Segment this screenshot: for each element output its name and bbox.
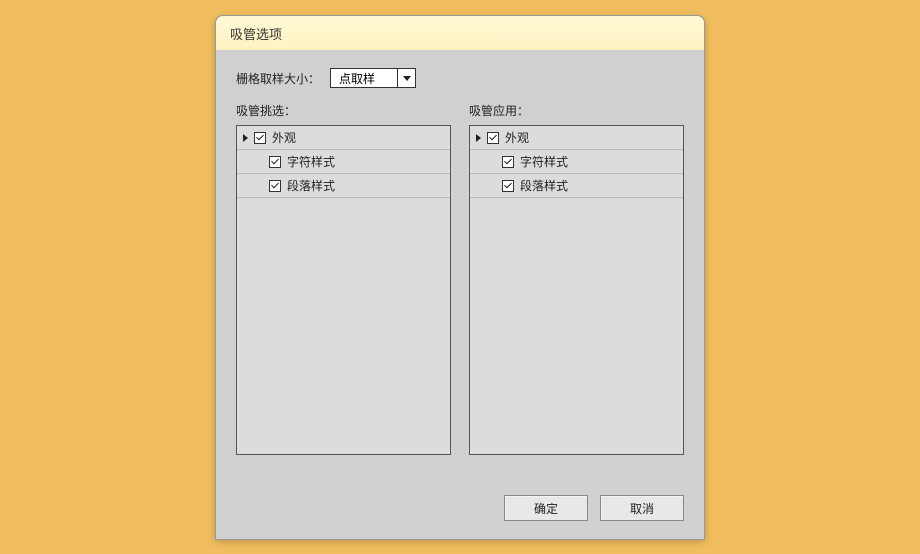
dropdown-toggle[interactable] bbox=[397, 69, 415, 87]
sample-size-label: 栅格取样大小： bbox=[236, 70, 320, 87]
checkbox-para-style[interactable] bbox=[502, 180, 514, 192]
tree-row[interactable]: 外观 bbox=[470, 126, 683, 150]
dialog-buttons: 确定 取消 bbox=[504, 495, 684, 521]
check-icon bbox=[271, 158, 279, 166]
dialog-title-bar[interactable]: 吸管选项 bbox=[216, 16, 704, 50]
checkbox-para-style[interactable] bbox=[269, 180, 281, 192]
checkbox-appearance[interactable] bbox=[487, 132, 499, 144]
tree-item-label: 字符样式 bbox=[287, 153, 335, 170]
tree-row[interactable]: 字符样式 bbox=[237, 150, 450, 174]
check-icon bbox=[504, 158, 512, 166]
tree-columns: 吸管挑选： 外观 字符样式 段落样式 bbox=[236, 102, 684, 455]
check-icon bbox=[271, 182, 279, 190]
tree-item-label: 外观 bbox=[505, 129, 529, 146]
check-icon bbox=[504, 182, 512, 190]
applies-label: 吸管应用： bbox=[469, 102, 684, 119]
picks-label: 吸管挑选： bbox=[236, 102, 451, 119]
cancel-label: 取消 bbox=[630, 500, 654, 517]
dialog-title: 吸管选项 bbox=[230, 27, 282, 42]
chevron-down-icon bbox=[403, 76, 411, 81]
check-icon bbox=[256, 134, 264, 142]
cancel-button[interactable]: 取消 bbox=[600, 495, 684, 521]
tree-row[interactable]: 段落样式 bbox=[470, 174, 683, 198]
ok-label: 确定 bbox=[534, 500, 558, 517]
sample-size-value: 点取样 bbox=[331, 70, 397, 87]
checkbox-appearance[interactable] bbox=[254, 132, 266, 144]
tree-row[interactable]: 外观 bbox=[237, 126, 450, 150]
applies-tree[interactable]: 外观 字符样式 段落样式 bbox=[469, 125, 684, 455]
expand-arrow-icon[interactable] bbox=[243, 134, 248, 142]
dialog-body: 栅格取样大小： 点取样 吸管挑选： 外观 bbox=[216, 50, 704, 539]
applies-column: 吸管应用： 外观 字符样式 段落样式 bbox=[469, 102, 684, 455]
checkbox-char-style[interactable] bbox=[502, 156, 514, 168]
sample-size-row: 栅格取样大小： 点取样 bbox=[236, 68, 684, 88]
ok-button[interactable]: 确定 bbox=[504, 495, 588, 521]
tree-item-label: 外观 bbox=[272, 129, 296, 146]
check-icon bbox=[489, 134, 497, 142]
checkbox-char-style[interactable] bbox=[269, 156, 281, 168]
sample-size-dropdown[interactable]: 点取样 bbox=[330, 68, 416, 88]
picks-tree[interactable]: 外观 字符样式 段落样式 bbox=[236, 125, 451, 455]
tree-item-label: 段落样式 bbox=[287, 177, 335, 194]
eyedropper-options-dialog: 吸管选项 栅格取样大小： 点取样 吸管挑选： 外观 bbox=[215, 15, 705, 540]
tree-row[interactable]: 字符样式 bbox=[470, 150, 683, 174]
tree-item-label: 字符样式 bbox=[520, 153, 568, 170]
tree-item-label: 段落样式 bbox=[520, 177, 568, 194]
picks-column: 吸管挑选： 外观 字符样式 段落样式 bbox=[236, 102, 451, 455]
expand-arrow-icon[interactable] bbox=[476, 134, 481, 142]
tree-row[interactable]: 段落样式 bbox=[237, 174, 450, 198]
